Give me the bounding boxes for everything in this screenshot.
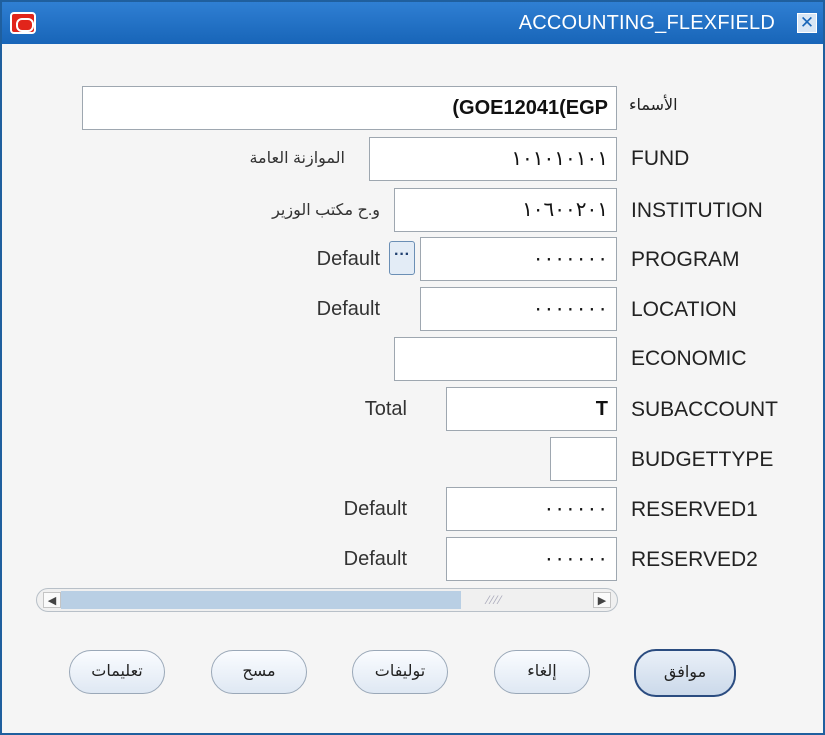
institution-label: INSTITUTION	[631, 199, 763, 222]
economic-label: ECONOMIC	[631, 347, 747, 370]
combinations-button[interactable]: توليفات	[352, 650, 448, 694]
scrollbar-thumb[interactable]	[61, 591, 461, 609]
flexfield-window: ACCOUNTING_FLEXFIELD ✕ الأسماء (GOE12041…	[0, 0, 825, 735]
fund-description: الموازنة العامة	[249, 150, 345, 167]
location-field[interactable]: ٠٠٠٠٠٠٠	[420, 287, 617, 331]
reserved2-field[interactable]: ٠٠٠٠٠٠	[446, 537, 617, 581]
subaccount-description: Total	[364, 398, 407, 420]
title-bar: ACCOUNTING_FLEXFIELD ✕	[2, 2, 823, 44]
reserved2-label: RESERVED2	[631, 548, 758, 571]
location-description: Default	[316, 298, 380, 320]
close-icon[interactable]: ✕	[797, 13, 817, 33]
horizontal-scrollbar[interactable]: ◀ ⁄⁄⁄⁄ ▶	[36, 588, 618, 612]
scroll-left-icon[interactable]: ◀	[43, 592, 61, 608]
reserved1-field[interactable]: ٠٠٠٠٠٠	[446, 487, 617, 531]
scrollbar-grip-icon: ⁄⁄⁄⁄	[487, 593, 504, 607]
location-label: LOCATION	[631, 298, 737, 321]
institution-description: و.ح مكتب الوزير	[272, 202, 380, 219]
program-field[interactable]: ٠٠٠٠٠٠٠	[420, 237, 617, 281]
window-title: ACCOUNTING_FLEXFIELD	[518, 12, 775, 34]
program-description: Default	[316, 248, 380, 270]
ok-button[interactable]: موافق	[634, 649, 736, 697]
budgettype-field[interactable]	[550, 437, 617, 481]
reserved1-label: RESERVED1	[631, 498, 758, 521]
fund-label: FUND	[631, 147, 690, 170]
scroll-right-icon[interactable]: ▶	[593, 592, 611, 608]
reserved2-description: Default	[343, 548, 407, 570]
alias-label: الأسماء	[629, 97, 678, 114]
cancel-button[interactable]: إلغاء	[494, 650, 590, 694]
oracle-logo-icon	[10, 12, 36, 34]
institution-field[interactable]: ١٠٦٠٠٢٠١	[394, 188, 617, 232]
alias-field[interactable]: (GOE12041(EGP	[82, 86, 617, 130]
subaccount-field[interactable]: T	[446, 387, 617, 431]
reserved1-description: Default	[343, 498, 407, 520]
budgettype-label: BUDGETTYPE	[631, 448, 774, 471]
fund-field[interactable]: ١٠١٠١٠١٠١	[369, 137, 617, 181]
program-label: PROGRAM	[631, 248, 740, 271]
economic-field[interactable]	[394, 337, 617, 381]
clear-button[interactable]: مسح	[211, 650, 307, 694]
subaccount-label: SUBACCOUNT	[631, 398, 779, 421]
help-button[interactable]: تعليمات	[69, 650, 165, 694]
program-lov-button[interactable]: ···	[389, 241, 415, 275]
